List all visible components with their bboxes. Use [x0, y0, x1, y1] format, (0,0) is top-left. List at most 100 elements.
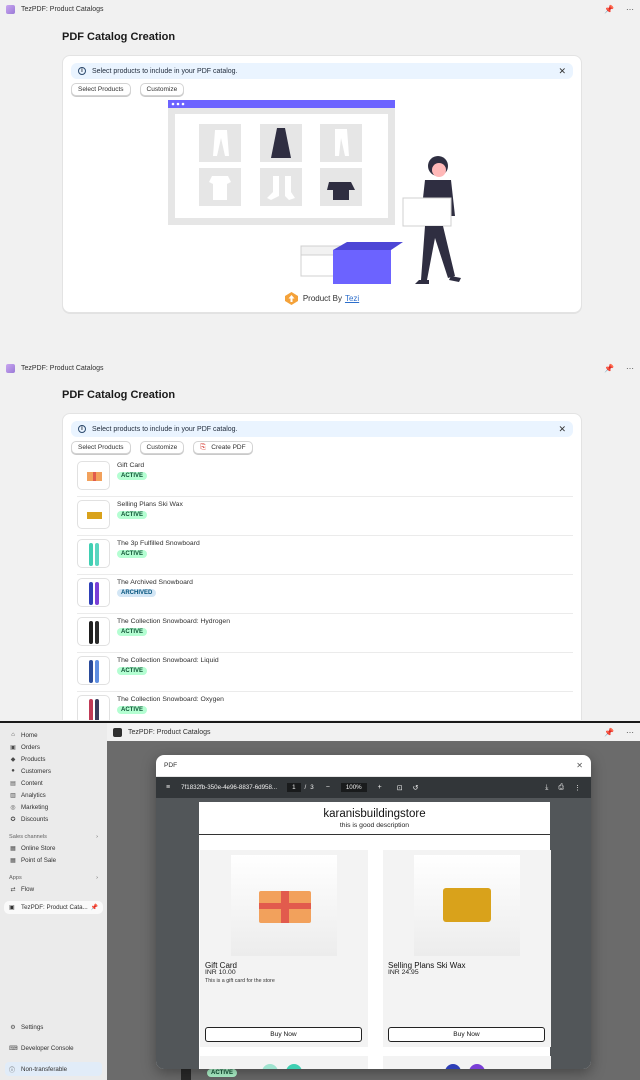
more-icon[interactable]: ⋯	[626, 364, 634, 373]
product-list: Gift Card ACTIVE Selling Plans Ski Wax A…	[77, 458, 573, 720]
sidebar-item-customers[interactable]: ● Customers	[0, 765, 107, 777]
card-description: This is a gift card for the store	[205, 978, 275, 984]
modal-title: PDF	[164, 762, 178, 769]
sidebar-item-label: Developer Console	[21, 1044, 74, 1052]
ski-wax-image	[414, 855, 520, 956]
more-vertical-icon[interactable]: ⋮	[574, 784, 581, 792]
pin-icon[interactable]: 📌	[604, 728, 614, 737]
menu-icon[interactable]: ≡	[166, 784, 170, 791]
print-icon[interactable]: ⎙	[558, 784, 564, 792]
page-total: 3	[310, 784, 314, 791]
customize-button[interactable]: Customize	[139, 441, 185, 454]
app-header: TezPDF: Product Catalogs 📌 ⋯	[107, 723, 640, 741]
pdf-product-card-partial	[383, 1056, 551, 1069]
non-transferable-label: Non-transferable	[21, 1065, 68, 1073]
product-row[interactable]: The Collection Snowboard: Hydrogen ACTIV…	[77, 614, 573, 653]
target-icon: ◎	[10, 804, 16, 811]
sidebar-item-discounts[interactable]: ✪ Discounts	[0, 813, 107, 825]
pdf-viewer-body[interactable]: karanisbuildingstore this is good descri…	[156, 798, 591, 1069]
banner-text: Select products to include in your PDF c…	[92, 67, 238, 75]
info-icon: i	[78, 425, 86, 433]
sidebar-item-label: Discounts	[21, 815, 49, 823]
fit-page-icon[interactable]: ⊡	[397, 784, 403, 792]
product-row[interactable]: The 3p Fulfilled Snowboard ACTIVE	[77, 536, 573, 575]
sidebar-item-home[interactable]: ⌂ Home	[0, 729, 107, 741]
app-view-empty: TezPDF: Product Catalogs 📌 ⋯ PDF Catalog…	[0, 0, 640, 358]
sales-channels-heading[interactable]: Sales channels ›	[0, 831, 107, 842]
sidebar-item-label: Analytics	[21, 791, 46, 799]
zoom-out-icon[interactable]: −	[326, 784, 330, 791]
sidebar-item-developer-console[interactable]: ⌨ Developer Console	[0, 1042, 74, 1054]
pdf-product-card: Selling Plans Ski Wax INR 24.95 Buy Now	[383, 850, 551, 1047]
sidebar-item-settings[interactable]: ⚙ Settings	[0, 1021, 43, 1033]
tezi-logo-icon	[284, 292, 298, 305]
zoom-level[interactable]: 100%	[340, 783, 367, 792]
app-logo-icon	[6, 363, 15, 373]
status-badge: ACTIVE	[117, 628, 148, 636]
discount-icon: ✪	[10, 816, 16, 823]
pin-icon[interactable]: 📌	[604, 364, 614, 373]
app-title: TezPDF: Product Catalogs	[21, 364, 104, 372]
download-icon[interactable]: ⤓	[545, 784, 548, 792]
divider	[199, 834, 550, 835]
sidebar-item-point-of-sale[interactable]: ▦ Point of Sale	[0, 854, 107, 866]
buy-now-button[interactable]: Buy Now	[388, 1027, 545, 1042]
sidebar-item-products[interactable]: ◆ Products	[0, 753, 107, 765]
apps-heading[interactable]: Apps ›	[0, 872, 107, 883]
app-logo-icon: ▣	[9, 905, 15, 911]
pos-icon: ▦	[10, 857, 16, 864]
sidebar-item-analytics[interactable]: ▥ Analytics	[0, 789, 107, 801]
snowboard-thumbnail-behind	[181, 1069, 191, 1080]
snowboard-thumbnail	[77, 695, 110, 720]
more-icon[interactable]: ⋯	[626, 5, 634, 14]
pdf-product-card-partial	[200, 1056, 368, 1069]
customize-button[interactable]: Customize	[139, 83, 185, 96]
zoom-in-icon[interactable]: +	[378, 784, 382, 791]
gear-icon: ⚙	[10, 1024, 16, 1031]
create-pdf-button[interactable]: ⎘ Create PDF	[193, 441, 253, 454]
buy-now-button[interactable]: Buy Now	[205, 1027, 362, 1042]
product-row[interactable]: The Collection Snowboard: Oxygen ACTIVE	[77, 692, 573, 720]
close-icon[interactable]: ✕	[558, 424, 566, 435]
chevron-right-icon: ›	[96, 833, 98, 840]
home-icon: ⌂	[11, 732, 15, 738]
card-price: INR 24.95	[388, 969, 419, 976]
page-input[interactable]: 1	[287, 783, 301, 792]
select-products-button[interactable]: Select Products	[71, 441, 131, 454]
sidebar-item-tezpdf[interactable]: ▣ TezPDF: Product Cata... 📌	[4, 901, 103, 914]
close-icon[interactable]: ✕	[576, 761, 583, 770]
sidebar-item-content[interactable]: ▤ Content	[0, 777, 107, 789]
pin-icon[interactable]: 📌	[91, 904, 98, 911]
product-row[interactable]: Gift Card ACTIVE	[77, 458, 573, 497]
product-name: Gift Card	[117, 462, 145, 469]
sidebar-item-label: Online Store	[21, 844, 56, 852]
select-products-button[interactable]: Select Products	[71, 83, 131, 96]
status-badge: ARCHIVED	[117, 589, 157, 597]
chevron-right-icon: ›	[96, 874, 98, 881]
pdf-page: karanisbuildingstore this is good descri…	[199, 802, 551, 1069]
sidebar-item-flow[interactable]: ⇄ Flow	[0, 883, 107, 895]
sidebar-item-label: Orders	[21, 743, 40, 751]
sidebar-item-orders[interactable]: ▣ Orders	[0, 741, 107, 753]
more-icon[interactable]: ⋯	[626, 728, 634, 737]
product-name: The Archived Snowboard	[117, 579, 193, 586]
tag-icon: ◆	[10, 756, 16, 763]
product-row[interactable]: Selling Plans Ski Wax ACTIVE	[77, 497, 573, 536]
rotate-icon[interactable]: ↺	[413, 784, 419, 792]
sidebar-item-label: Point of Sale	[21, 856, 57, 864]
sidebar-item-online-store[interactable]: ▦ Online Store	[0, 842, 107, 854]
info-icon: i	[78, 67, 86, 75]
app-title: TezPDF: Product Catalogs	[128, 728, 211, 736]
tezi-link[interactable]: Tezi	[345, 294, 359, 303]
status-badge: ACTIVE	[117, 550, 148, 558]
pin-icon[interactable]: 📌	[604, 5, 614, 14]
snowboard-thumbnail	[77, 617, 110, 646]
status-badge: ACTIVE	[117, 706, 148, 714]
product-row[interactable]: The Collection Snowboard: Liquid ACTIVE	[77, 653, 573, 692]
ski-wax-thumbnail	[77, 500, 110, 529]
close-icon[interactable]: ✕	[558, 66, 566, 77]
admin-sidebar: ⌂ Home ▣ Orders ◆ Products ● Customers ▤ Cont…	[0, 723, 107, 1080]
product-row[interactable]: The Archived Snowboard ARCHIVED	[77, 575, 573, 614]
sidebar-item-marketing[interactable]: ◎ Marketing	[0, 801, 107, 813]
snowboard-thumbnail	[77, 539, 110, 568]
